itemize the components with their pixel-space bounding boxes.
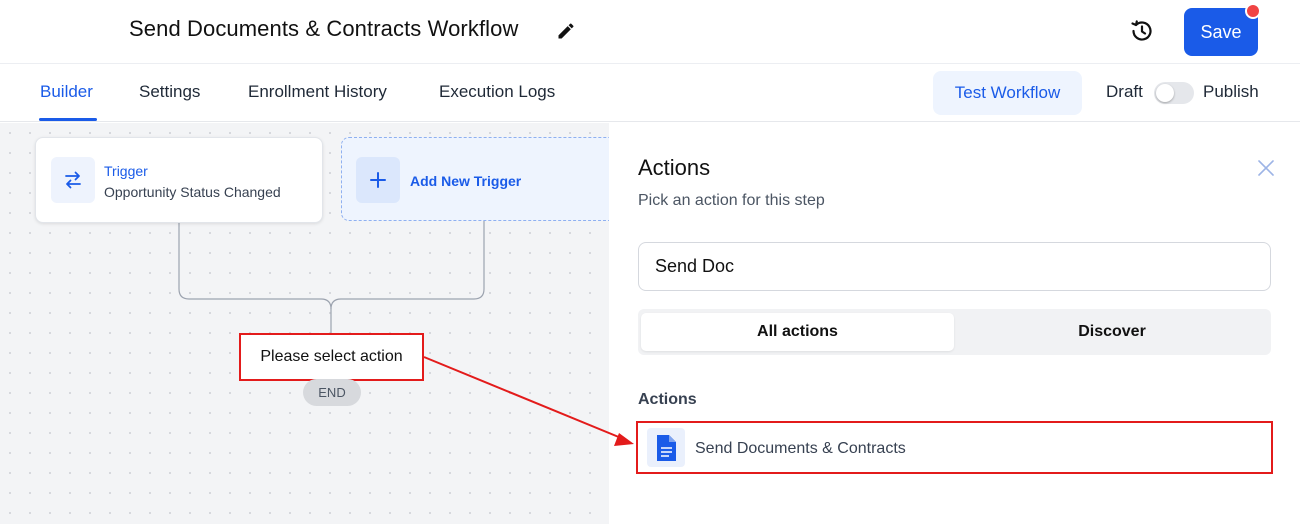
actions-panel: Actions Pick an action for this step All… — [609, 123, 1300, 524]
select-action-node[interactable]: Please select action — [239, 333, 424, 381]
tab-builder[interactable]: Builder — [40, 82, 93, 102]
add-new-trigger-button[interactable]: Add New Trigger — [341, 137, 609, 221]
tab-enrollment-history[interactable]: Enrollment History — [248, 82, 387, 102]
draft-label: Draft — [1106, 82, 1143, 101]
plus-icon — [356, 157, 400, 203]
tabs-bar: Builder Settings Enrollment History Exec… — [0, 64, 1300, 122]
history-icon[interactable] — [1129, 18, 1155, 44]
trigger-title: Trigger — [104, 163, 148, 179]
trigger-card[interactable]: Trigger Opportunity Status Changed — [35, 137, 323, 223]
segment-all-actions[interactable]: All actions — [641, 313, 954, 351]
panel-subtitle: Pick an action for this step — [638, 192, 825, 209]
panel-title: Actions — [638, 155, 711, 180]
app-header: Send Documents & Contracts Workflow Save — [0, 0, 1300, 64]
publish-toggle[interactable] — [1154, 82, 1194, 104]
publish-label: Publish — [1203, 82, 1259, 101]
actions-section-label: Actions — [638, 391, 697, 408]
toggle-knob — [1156, 84, 1174, 102]
segment-discover[interactable]: Discover — [956, 313, 1268, 351]
trigger-subtitle: Opportunity Status Changed — [104, 184, 281, 200]
tab-execution-logs[interactable]: Execution Logs — [439, 82, 555, 102]
action-item-send-documents[interactable]: Send Documents & Contracts — [636, 421, 1273, 474]
action-search-input[interactable] — [638, 242, 1271, 291]
close-icon[interactable] — [1256, 158, 1276, 178]
workflow-title: Send Documents & Contracts Workflow — [129, 16, 519, 41]
notification-dot — [1245, 3, 1261, 19]
end-node: END — [303, 379, 361, 406]
action-filter-segmented: All actions Discover — [638, 309, 1271, 355]
test-workflow-button[interactable]: Test Workflow — [933, 71, 1082, 115]
document-icon — [647, 428, 685, 467]
tab-settings[interactable]: Settings — [139, 82, 200, 102]
add-new-trigger-label: Add New Trigger — [410, 173, 522, 189]
action-item-label: Send Documents & Contracts — [695, 440, 906, 457]
active-tab-indicator — [39, 118, 97, 121]
pencil-icon[interactable] — [556, 21, 576, 41]
workflow-canvas[interactable]: Trigger Opportunity Status Changed Add N… — [0, 123, 609, 524]
swap-arrows-icon — [51, 157, 95, 203]
